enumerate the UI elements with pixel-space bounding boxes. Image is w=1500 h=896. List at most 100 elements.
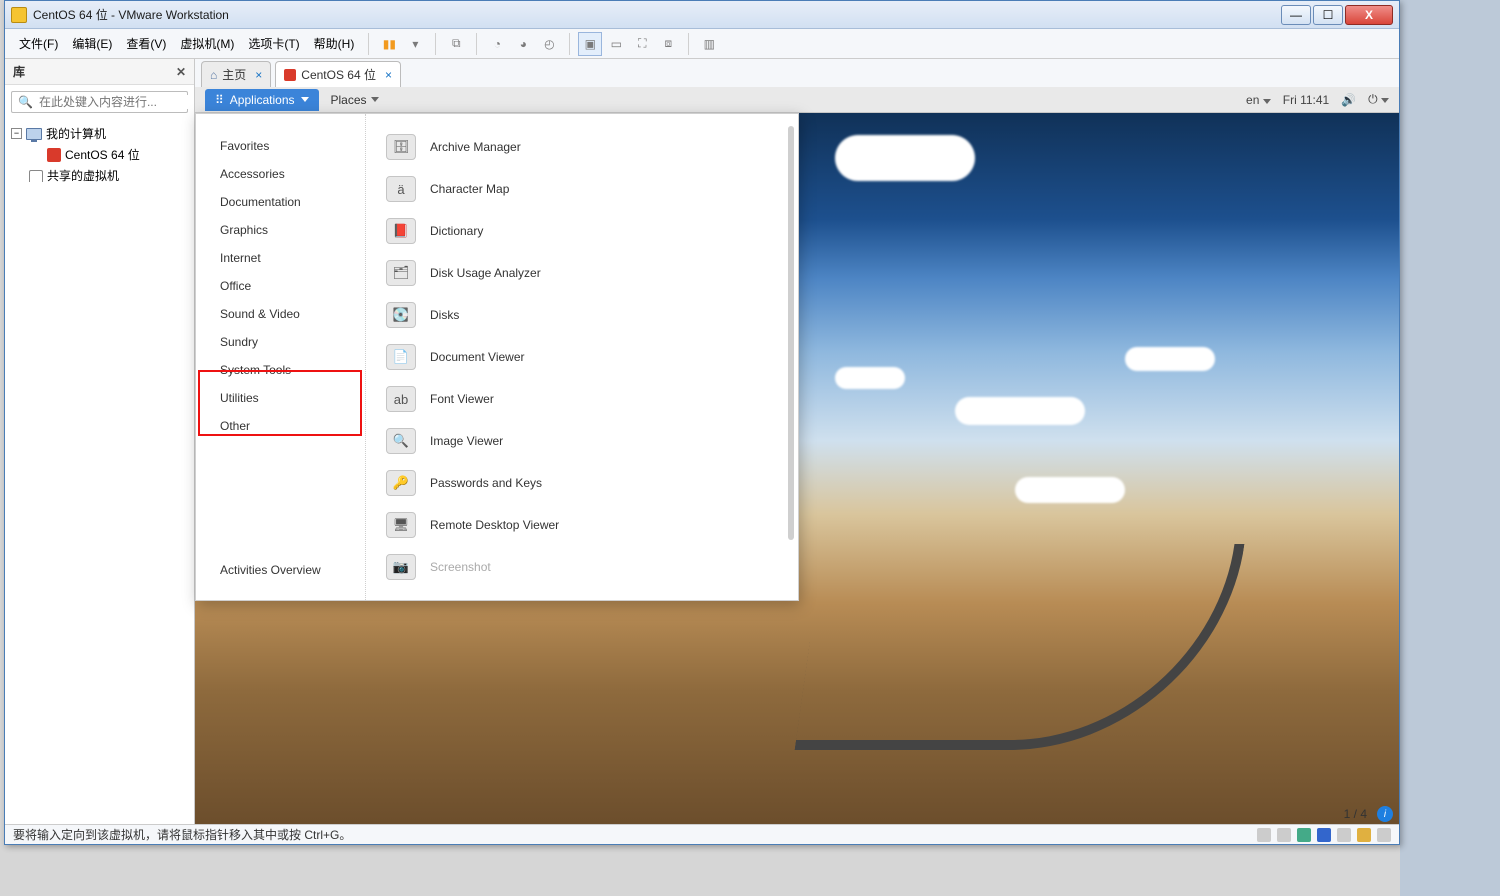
app-label: Image Viewer: [430, 434, 503, 448]
chevron-down-icon: [371, 97, 379, 102]
library-icon[interactable]: ▥: [697, 32, 721, 56]
info-badge-icon[interactable]: i: [1377, 806, 1393, 822]
places-label: Places: [331, 93, 367, 107]
vm-tree: − 我的计算机 CentOS 64 位 共享的虚拟机: [5, 119, 194, 824]
shared-icon: [29, 170, 43, 182]
menubar: 文件(F) 编辑(E) 查看(V) 虚拟机(M) 选项卡(T) 帮助(H) ▮▮…: [5, 29, 1399, 59]
places-menu-button[interactable]: Places: [323, 89, 387, 111]
keyboard-layout[interactable]: en: [1246, 93, 1271, 107]
unity-icon[interactable]: ⧈: [656, 32, 680, 56]
highlight-box: [198, 370, 362, 436]
applications-menu-button[interactable]: ⠿ Applications: [205, 89, 319, 111]
guest-status-bottom: 1 / 4 i: [1344, 806, 1393, 822]
fullscreen-icon[interactable]: ⛶: [630, 32, 654, 56]
vmware-window: CentOS 64 位 - VMware Workstation — ☐ X 文…: [4, 0, 1400, 845]
titlebar[interactable]: CentOS 64 位 - VMware Workstation — ☐ X: [5, 1, 1399, 29]
app-item[interactable]: 📷Screenshot: [366, 546, 798, 588]
tab-label: 主页: [222, 66, 246, 83]
app-label: Archive Manager: [430, 140, 521, 154]
archive-icon: 🗄: [386, 134, 416, 160]
menu-edit[interactable]: 编辑(E): [66, 32, 118, 55]
maximize-button[interactable]: ☐: [1313, 5, 1343, 25]
computer-icon: [26, 128, 42, 140]
gnome-top-bar: ⠿ Applications Places en Fri 11:41 🔊 ⏻: [195, 87, 1399, 113]
category-item[interactable]: Graphics: [196, 216, 365, 244]
category-item[interactable]: Sound & Video: [196, 300, 365, 328]
tab-close-icon[interactable]: ×: [255, 68, 262, 82]
app-item[interactable]: abFont Viewer: [366, 378, 798, 420]
tree-shared[interactable]: 共享的虚拟机: [11, 165, 188, 186]
tab-vm[interactable]: CentOS 64 位 ×: [275, 61, 401, 87]
menu-file[interactable]: 文件(F): [13, 32, 64, 55]
app-item[interactable]: 💽Disks: [366, 294, 798, 336]
power-icon[interactable]: ⏻: [1368, 92, 1389, 107]
app-item[interactable]: 🗄 Archive Manager: [366, 126, 798, 168]
library-sidebar: 库 ✕ 🔍 ▾ − 我的计算机 CentOS 64 位: [5, 59, 195, 824]
app-item[interactable]: 📄Document Viewer: [366, 336, 798, 378]
send-keys-icon[interactable]: ⧉: [444, 32, 468, 56]
app-item[interactable]: 🖥Remote Desktop Viewer: [366, 504, 798, 546]
snapshot-manager-icon[interactable]: ◴: [537, 32, 561, 56]
tray-usb-icon[interactable]: [1317, 828, 1331, 842]
category-item[interactable]: Accessories: [196, 160, 365, 188]
category-item[interactable]: Favorites: [196, 132, 365, 160]
snapshot-icon[interactable]: ◔: [485, 32, 509, 56]
minimize-button[interactable]: —: [1281, 5, 1311, 25]
search-input[interactable]: [39, 95, 194, 109]
snapshot-revert-icon[interactable]: ◕: [511, 32, 535, 56]
tray-sound-icon[interactable]: [1357, 828, 1371, 842]
tray-cd-icon[interactable]: [1277, 828, 1291, 842]
tree-label: 我的计算机: [46, 125, 106, 142]
app-item[interactable]: 🗂Disk Usage Analyzer: [366, 252, 798, 294]
tray-hdd-icon[interactable]: [1257, 828, 1271, 842]
volume-icon[interactable]: 🔊: [1341, 93, 1356, 107]
app-item[interactable]: 🔍 Image Viewer: [366, 420, 798, 462]
category-item[interactable]: Office: [196, 272, 365, 300]
tray-net-icon[interactable]: [1297, 828, 1311, 842]
menu-tabs[interactable]: 选项卡(T): [242, 32, 305, 55]
tray-printer-icon[interactable]: [1337, 828, 1351, 842]
tree-label: CentOS 64 位: [65, 146, 140, 163]
clock[interactable]: Fri 11:41: [1283, 93, 1329, 107]
vm-icon: [47, 148, 61, 162]
close-button[interactable]: X: [1345, 5, 1393, 25]
menu-help[interactable]: 帮助(H): [308, 32, 361, 55]
device-tray: [1257, 828, 1391, 842]
view-console-icon[interactable]: ▣: [578, 32, 602, 56]
menu-view[interactable]: 查看(V): [120, 32, 172, 55]
category-item[interactable]: Documentation: [196, 188, 365, 216]
tab-label: CentOS 64 位: [301, 66, 376, 83]
tab-close-icon[interactable]: ×: [385, 68, 392, 82]
app-item[interactable]: äCharacter Map: [366, 168, 798, 210]
tray-display-icon[interactable]: [1377, 828, 1391, 842]
tab-home[interactable]: ⌂ 主页 ×: [201, 61, 271, 87]
vm-tab-strip: ⌂ 主页 × CentOS 64 位 ×: [195, 59, 1399, 87]
sidebar-search[interactable]: 🔍 ▾: [11, 91, 188, 113]
tree-vm[interactable]: CentOS 64 位: [11, 144, 188, 165]
applications-menu: FavoritesAccessoriesDocumentationGraphic…: [195, 113, 799, 601]
apps-label: Applications: [230, 93, 295, 107]
vm-icon: [284, 69, 296, 81]
menu-vm[interactable]: 虚拟机(M): [174, 32, 240, 55]
dropdown-icon[interactable]: ▾: [403, 32, 427, 56]
keys-icon: 🔑: [386, 470, 416, 496]
wallpaper-road: [795, 544, 1245, 750]
app-item[interactable]: 🔑 Passwords and Keys: [366, 462, 798, 504]
sidebar-close-icon[interactable]: ✕: [176, 65, 186, 79]
scrollbar[interactable]: [788, 126, 794, 540]
screenshot-icon: 📷: [386, 554, 416, 580]
imgview-icon: 🔍: [386, 428, 416, 454]
activities-overview[interactable]: Activities Overview: [196, 556, 365, 584]
pause-icon[interactable]: ▮▮: [377, 32, 401, 56]
dict-icon: 📕: [386, 218, 416, 244]
collapse-icon[interactable]: −: [11, 128, 22, 139]
tree-label: 共享的虚拟机: [47, 167, 119, 184]
guest-display[interactable]: ⠿ Applications Places en Fri 11:41 🔊 ⏻: [195, 87, 1399, 824]
category-item[interactable]: Internet: [196, 244, 365, 272]
view-thumbnail-icon[interactable]: ▭: [604, 32, 628, 56]
app-label: Remote Desktop Viewer: [430, 518, 559, 532]
app-item[interactable]: 📕Dictionary: [366, 210, 798, 252]
category-item[interactable]: Sundry: [196, 328, 365, 356]
app-label: Passwords and Keys: [430, 476, 542, 490]
tree-root[interactable]: − 我的计算机: [11, 123, 188, 144]
